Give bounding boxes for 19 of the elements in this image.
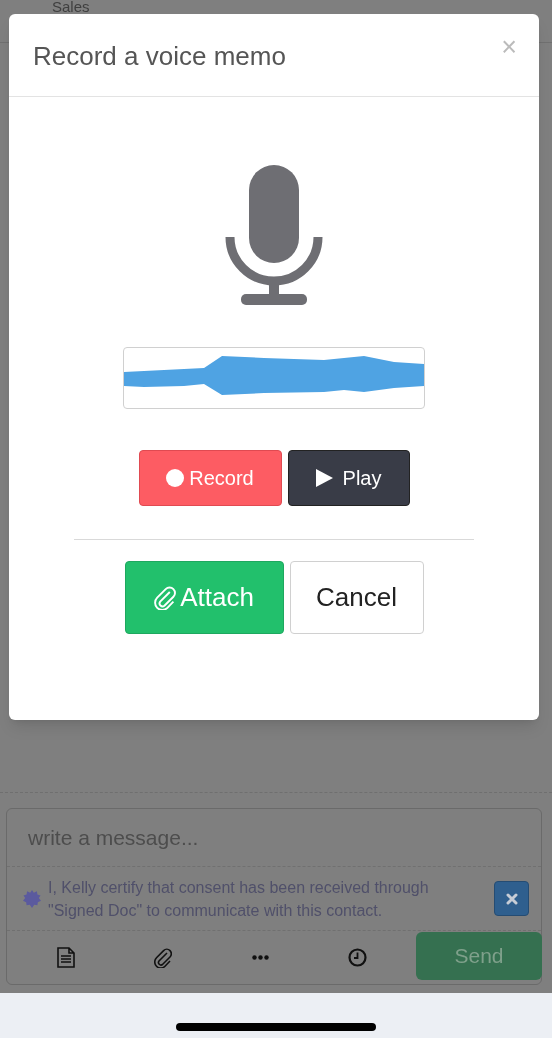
page-heading: Sales bbox=[52, 0, 90, 13]
record-dot-icon bbox=[166, 469, 185, 487]
cancel-button[interactable]: Cancel bbox=[289, 561, 424, 634]
clock-icon[interactable] bbox=[348, 948, 368, 967]
dismiss-button[interactable] bbox=[494, 881, 529, 916]
modal-title: Record a voice memo bbox=[33, 39, 286, 73]
more-icon[interactable] bbox=[251, 955, 269, 960]
attach-button[interactable]: Attach bbox=[124, 561, 284, 634]
play-button[interactable]: Play bbox=[287, 450, 410, 506]
microphone-icon bbox=[225, 165, 323, 305]
badge-icon bbox=[23, 889, 41, 908]
document-icon[interactable] bbox=[56, 947, 75, 968]
record-button[interactable]: Record bbox=[138, 450, 282, 506]
close-icon bbox=[505, 892, 518, 905]
paperclip-icon bbox=[154, 585, 177, 610]
play-icon bbox=[315, 469, 333, 487]
send-button[interactable]: Send bbox=[416, 932, 542, 980]
close-button[interactable]: × bbox=[501, 32, 517, 62]
paperclip-icon[interactable] bbox=[154, 947, 173, 968]
